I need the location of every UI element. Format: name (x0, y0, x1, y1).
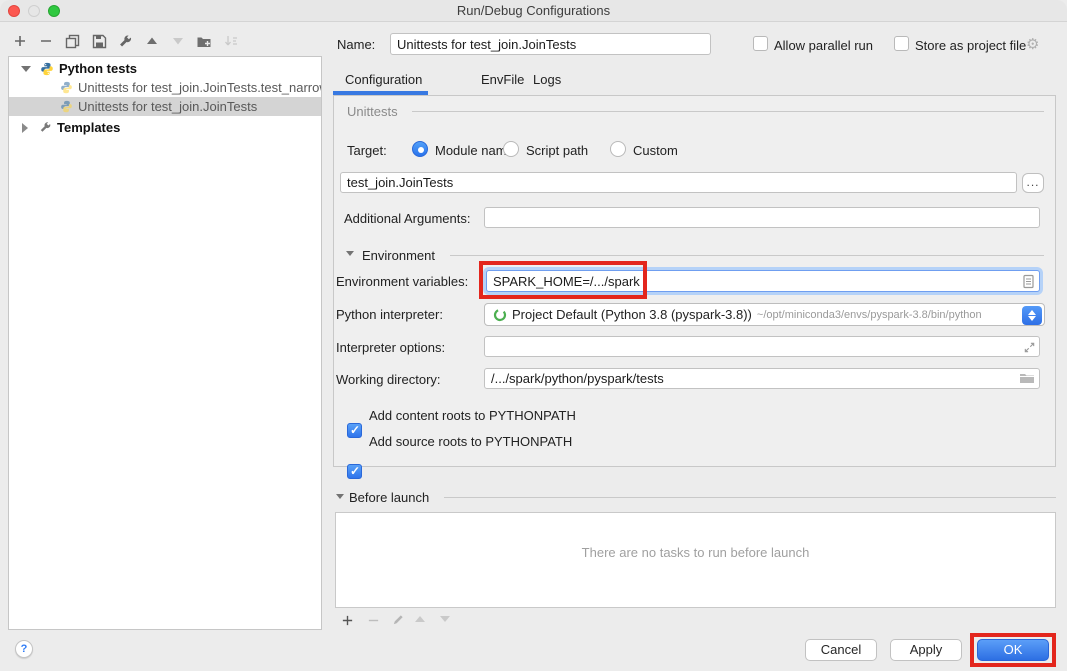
python-icon (40, 62, 54, 76)
apply-button[interactable]: Apply (890, 639, 962, 661)
tree-item-label: Templates (57, 120, 120, 135)
before-launch-move-up-icon[interactable] (415, 616, 425, 622)
chevron-down-icon[interactable] (21, 66, 31, 72)
before-launch-edit-pencil-icon[interactable] (390, 611, 406, 627)
new-folder-icon[interactable] (196, 33, 212, 49)
unittests-group-title: Unittests (347, 104, 398, 119)
environment-variables-label: Environment variables: (336, 274, 468, 289)
copy-configuration-icon[interactable] (64, 33, 80, 49)
additional-arguments-input[interactable] (484, 207, 1040, 228)
chevron-right-icon[interactable] (22, 123, 28, 133)
python-icon (60, 81, 73, 94)
conda-environment-icon (493, 308, 507, 322)
additional-arguments-label: Additional Arguments: (344, 211, 470, 226)
edit-templates-wrench-icon[interactable] (117, 33, 133, 49)
wrench-icon (39, 121, 52, 134)
add-source-roots-checkbox[interactable] (347, 464, 362, 479)
folder-browse-icon[interactable] (1019, 370, 1035, 386)
radio-custom[interactable] (610, 141, 626, 157)
store-as-project-file-label: Store as project file (915, 38, 1026, 53)
help-button[interactable]: ? (15, 640, 33, 658)
store-as-project-file-checkbox[interactable] (894, 36, 909, 51)
target-label: Target: (347, 143, 387, 158)
env-vars-list-icon[interactable] (1020, 273, 1036, 289)
python-interpreter-path: ~/opt/miniconda3/envs/pyspark-3.8/bin/py… (757, 309, 982, 321)
remove-configuration-icon[interactable] (38, 33, 54, 49)
move-up-icon[interactable] (144, 33, 160, 49)
minimize-window-button[interactable] (28, 5, 40, 17)
tree-item-label: Unittests for test_join.JoinTests (78, 99, 257, 114)
tree-item-label: Python tests (59, 61, 137, 76)
radio-custom-label: Custom (633, 143, 678, 158)
before-launch-line (444, 497, 1056, 498)
window-title: Run/Debug Configurations (0, 0, 1067, 21)
before-launch-empty-message: There are no tasks to run before launch (582, 545, 810, 560)
module-name-input[interactable] (340, 172, 1017, 193)
add-source-roots-label: Add source roots to PYTHONPATH (369, 434, 572, 449)
select-stepper-icon[interactable] (1022, 306, 1042, 325)
radio-module-name-label: Module name (435, 143, 514, 158)
python-interpreter-value: Project Default (Python 3.8 (pyspark-3.8… (512, 307, 752, 322)
title-bar: Run/Debug Configurations (0, 0, 1067, 22)
working-directory-label: Working directory: (336, 372, 441, 387)
before-launch-collapse-icon[interactable] (336, 494, 344, 499)
add-content-roots-label: Add content roots to PYTHONPATH (369, 408, 576, 423)
python-interpreter-select[interactable]: Project Default (Python 3.8 (pyspark-3.8… (484, 303, 1045, 326)
before-launch-move-down-icon[interactable] (440, 616, 450, 622)
working-directory-input[interactable] (484, 368, 1040, 389)
python-icon (60, 100, 73, 113)
add-configuration-icon[interactable] (12, 33, 28, 49)
tree-item-python-tests[interactable]: Python tests (9, 59, 321, 78)
close-window-button[interactable] (8, 5, 20, 17)
environment-section-title: Environment (362, 248, 435, 263)
name-label: Name: (337, 37, 375, 52)
move-down-icon[interactable] (170, 33, 186, 49)
expand-field-icon[interactable] (1021, 339, 1037, 355)
cancel-button[interactable]: Cancel (805, 639, 877, 661)
radio-script-path-label: Script path (526, 143, 588, 158)
save-configuration-icon[interactable] (91, 33, 107, 49)
ok-button[interactable]: OK (977, 639, 1049, 661)
gear-icon[interactable]: ⚙ (1026, 37, 1039, 52)
environment-collapse-icon[interactable] (346, 251, 354, 256)
name-input[interactable] (390, 33, 711, 55)
tree-item-templates[interactable]: Templates (9, 118, 321, 137)
configurations-tree: Python tests Unittests for test_join.Joi… (8, 56, 322, 630)
tree-item-unittests-jointests-selected[interactable]: Unittests for test_join.JoinTests (9, 97, 321, 116)
environment-variables-input[interactable] (486, 270, 1040, 292)
before-launch-add-icon[interactable] (339, 612, 355, 628)
tab-envfile[interactable]: EnvFile (481, 72, 524, 87)
before-launch-task-list: There are no tasks to run before launch (335, 512, 1056, 608)
radio-script-path[interactable] (503, 141, 519, 157)
tab-logs[interactable]: Logs (533, 72, 561, 87)
interpreter-options-label: Interpreter options: (336, 340, 445, 355)
zoom-window-button[interactable] (48, 5, 60, 17)
tree-item-unittests-test-narrow[interactable]: Unittests for test_join.JoinTests.test_n… (9, 78, 321, 97)
browse-button[interactable]: ... (1022, 173, 1044, 193)
allow-parallel-run-checkbox[interactable] (753, 36, 768, 51)
tab-configuration[interactable]: Configuration (345, 72, 422, 87)
allow-parallel-run-label: Allow parallel run (774, 38, 873, 53)
radio-module-name[interactable] (412, 141, 428, 157)
group-title-line (412, 111, 1044, 112)
python-interpreter-label: Python interpreter: (336, 307, 443, 322)
interpreter-options-input[interactable] (484, 336, 1040, 357)
environment-section-line (450, 255, 1044, 256)
before-launch-remove-icon[interactable] (365, 612, 381, 628)
tree-item-label: Unittests for test_join.JoinTests.test_n… (78, 80, 321, 95)
add-content-roots-checkbox[interactable] (347, 423, 362, 438)
run-debug-configurations-dialog: Run/Debug Configurations Python tests (0, 0, 1067, 671)
sort-configurations-icon[interactable] (223, 33, 239, 49)
before-launch-title: Before launch (349, 490, 429, 505)
